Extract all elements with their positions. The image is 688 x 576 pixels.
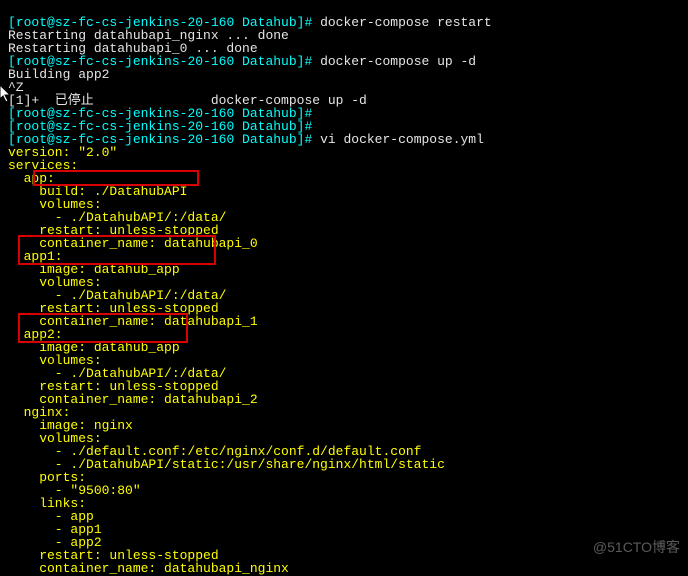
- watermark-text: @51CTO博客: [593, 541, 680, 554]
- terminal-output[interactable]: [root@sz-fc-cs-jenkins-20-160 Datahub]# …: [8, 3, 492, 575]
- cmd-vi: vi docker-compose.yml: [320, 132, 484, 147]
- cmd-restart: docker-compose restart: [320, 15, 492, 30]
- prompt-bracket-close: ]#: [297, 15, 320, 30]
- yaml-nginx-container-name: container_name: datahubapi_nginx: [8, 561, 289, 576]
- prompt-bracket-close: ]#: [297, 54, 320, 69]
- prompt-bracket-close: ]#: [297, 132, 320, 147]
- cmd-up: docker-compose up -d: [320, 54, 476, 69]
